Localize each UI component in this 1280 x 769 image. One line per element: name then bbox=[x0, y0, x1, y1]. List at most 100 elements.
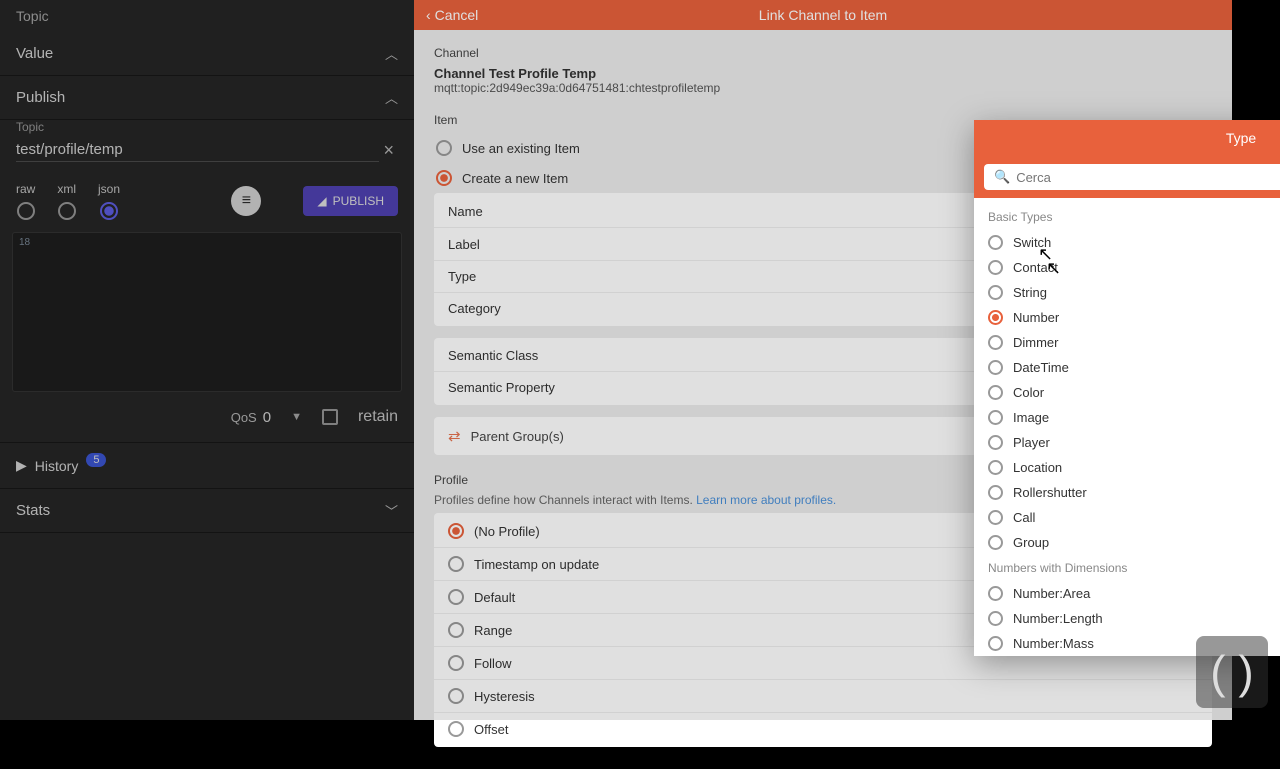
radio-icon bbox=[988, 460, 1003, 475]
type-option[interactable]: Number:Length bbox=[974, 606, 1280, 631]
type-picker-modal: Type Chiudi 🔍 Basic TypesSwitchContactSt… bbox=[974, 120, 1280, 656]
publish-button-label: PUBLISH bbox=[333, 194, 384, 208]
type-option[interactable]: DateTime bbox=[974, 355, 1280, 380]
profile-label: Hysteresis bbox=[474, 689, 535, 704]
radio-icon bbox=[988, 410, 1003, 425]
radio-icon bbox=[448, 556, 464, 572]
radio-icon bbox=[448, 721, 464, 737]
type-option-label: Number:Area bbox=[1013, 586, 1090, 601]
format-xml[interactable]: xml bbox=[57, 182, 76, 220]
type-option[interactable]: Player bbox=[974, 430, 1280, 455]
channel-name: Channel Test Profile Temp bbox=[434, 66, 1212, 81]
publish-topic-input[interactable] bbox=[16, 138, 379, 162]
type-option[interactable]: Call bbox=[974, 505, 1280, 530]
publish-button[interactable]: ◢ PUBLISH bbox=[303, 186, 398, 216]
qos-label: QoS bbox=[231, 410, 257, 425]
type-option-label: String bbox=[1013, 285, 1047, 300]
radio-icon bbox=[436, 170, 452, 186]
radio-icon bbox=[448, 622, 464, 638]
modal-body[interactable]: Basic Types Switch Contact String Number Dimm… bbox=[974, 198, 1280, 656]
chevron-down-icon: ﹀ bbox=[385, 501, 398, 520]
radio-icon bbox=[436, 140, 452, 156]
radio-icon bbox=[988, 385, 1003, 400]
qos-value[interactable]: 0 bbox=[263, 409, 271, 426]
type-option[interactable]: Number:Area bbox=[974, 581, 1280, 606]
retain-checkbox[interactable] bbox=[322, 409, 338, 425]
radio-icon bbox=[988, 435, 1003, 450]
cancel-button[interactable]: ‹ Cancel bbox=[426, 7, 478, 23]
type-option[interactable]: Rollershutter bbox=[974, 480, 1280, 505]
stats-label: Stats bbox=[16, 502, 50, 519]
type-option-label: Contact bbox=[1013, 260, 1058, 275]
type-option[interactable]: String bbox=[974, 280, 1280, 305]
type-option[interactable]: Number bbox=[974, 305, 1280, 330]
radio-icon bbox=[988, 611, 1003, 626]
page-title: Link Channel to Item bbox=[759, 7, 887, 23]
type-option[interactable]: Color bbox=[974, 380, 1280, 405]
radio-icon bbox=[988, 485, 1003, 500]
format-json-label: json bbox=[98, 182, 120, 196]
modal-search[interactable]: 🔍 bbox=[984, 164, 1280, 190]
radio-icon bbox=[988, 235, 1003, 250]
channel-id: mqtt:topic:2d949ec39a:0d64751481:chtestp… bbox=[434, 81, 1212, 95]
type-option[interactable]: Group bbox=[974, 530, 1280, 555]
radio-icon bbox=[988, 535, 1003, 550]
publish-section-header[interactable]: Publish ︿ bbox=[0, 76, 414, 120]
chevron-up-icon: ︿ bbox=[385, 88, 398, 107]
option-label: Use an existing Item bbox=[462, 141, 580, 156]
type-option[interactable]: Switch bbox=[974, 230, 1280, 255]
play-icon: ▶ bbox=[16, 457, 27, 474]
modal-search-input[interactable] bbox=[1016, 170, 1280, 185]
field-label: Label bbox=[448, 237, 528, 252]
format-raw[interactable]: raw bbox=[16, 182, 35, 220]
format-raw-label: raw bbox=[16, 182, 35, 196]
profile-label: Follow bbox=[474, 656, 512, 671]
type-option-label: Image bbox=[1013, 410, 1049, 425]
modal-title: Type bbox=[1226, 130, 1256, 146]
payload-editor[interactable]: 18 bbox=[12, 232, 402, 392]
type-option[interactable]: Image bbox=[974, 405, 1280, 430]
chevron-down-icon[interactable]: ▼ bbox=[291, 411, 302, 423]
radio-icon bbox=[988, 360, 1003, 375]
value-section-header[interactable]: Value ︿ bbox=[0, 32, 414, 76]
type-group-header: Basic Types bbox=[974, 204, 1280, 230]
radio-icon bbox=[448, 523, 464, 539]
radio-icon bbox=[988, 586, 1003, 601]
radio-icon bbox=[988, 310, 1003, 325]
format-json[interactable]: json bbox=[98, 182, 120, 220]
cancel-label: Cancel bbox=[435, 7, 479, 23]
type-option-label: Dimmer bbox=[1013, 335, 1059, 350]
type-option-label: Player bbox=[1013, 435, 1050, 450]
radio-icon bbox=[17, 202, 35, 220]
radio-icon bbox=[988, 335, 1003, 350]
publish-label: Publish bbox=[16, 89, 65, 106]
type-option-label: Location bbox=[1013, 460, 1062, 475]
hierarchy-icon: ⇄ bbox=[448, 427, 461, 445]
profile-option[interactable]: Offset bbox=[434, 713, 1212, 745]
line-number: 18 bbox=[19, 237, 30, 248]
option-label: Create a new Item bbox=[462, 171, 568, 186]
type-option-label: Switch bbox=[1013, 235, 1051, 250]
type-option-label: Number:Mass bbox=[1013, 636, 1094, 651]
type-option[interactable]: Location bbox=[974, 455, 1280, 480]
profile-label: Range bbox=[474, 623, 512, 638]
clear-topic-icon[interactable]: × bbox=[379, 140, 398, 161]
type-option-label: Number bbox=[1013, 310, 1059, 325]
field-label: Category bbox=[448, 301, 528, 316]
profile-option[interactable]: Hysteresis bbox=[434, 680, 1212, 713]
format-editor-icon[interactable]: ≡ bbox=[231, 186, 261, 216]
corner-badge: ( ) bbox=[1196, 636, 1268, 708]
profile-learn-more-link[interactable]: Learn more about profiles. bbox=[696, 493, 836, 507]
chevron-up-icon: ︿ bbox=[385, 44, 398, 63]
history-section[interactable]: ▶ History 5 bbox=[0, 442, 414, 489]
stats-section-header[interactable]: Stats ﹀ bbox=[0, 489, 414, 533]
radio-icon bbox=[448, 589, 464, 605]
format-xml-label: xml bbox=[57, 182, 76, 196]
type-option-label: Number:Length bbox=[1013, 611, 1103, 626]
type-option[interactable]: Contact bbox=[974, 255, 1280, 280]
type-option-label: Call bbox=[1013, 510, 1035, 525]
type-option[interactable]: Dimmer bbox=[974, 330, 1280, 355]
topic-section-header[interactable]: Topic bbox=[0, 0, 414, 32]
radio-icon bbox=[448, 655, 464, 671]
radio-icon bbox=[988, 510, 1003, 525]
